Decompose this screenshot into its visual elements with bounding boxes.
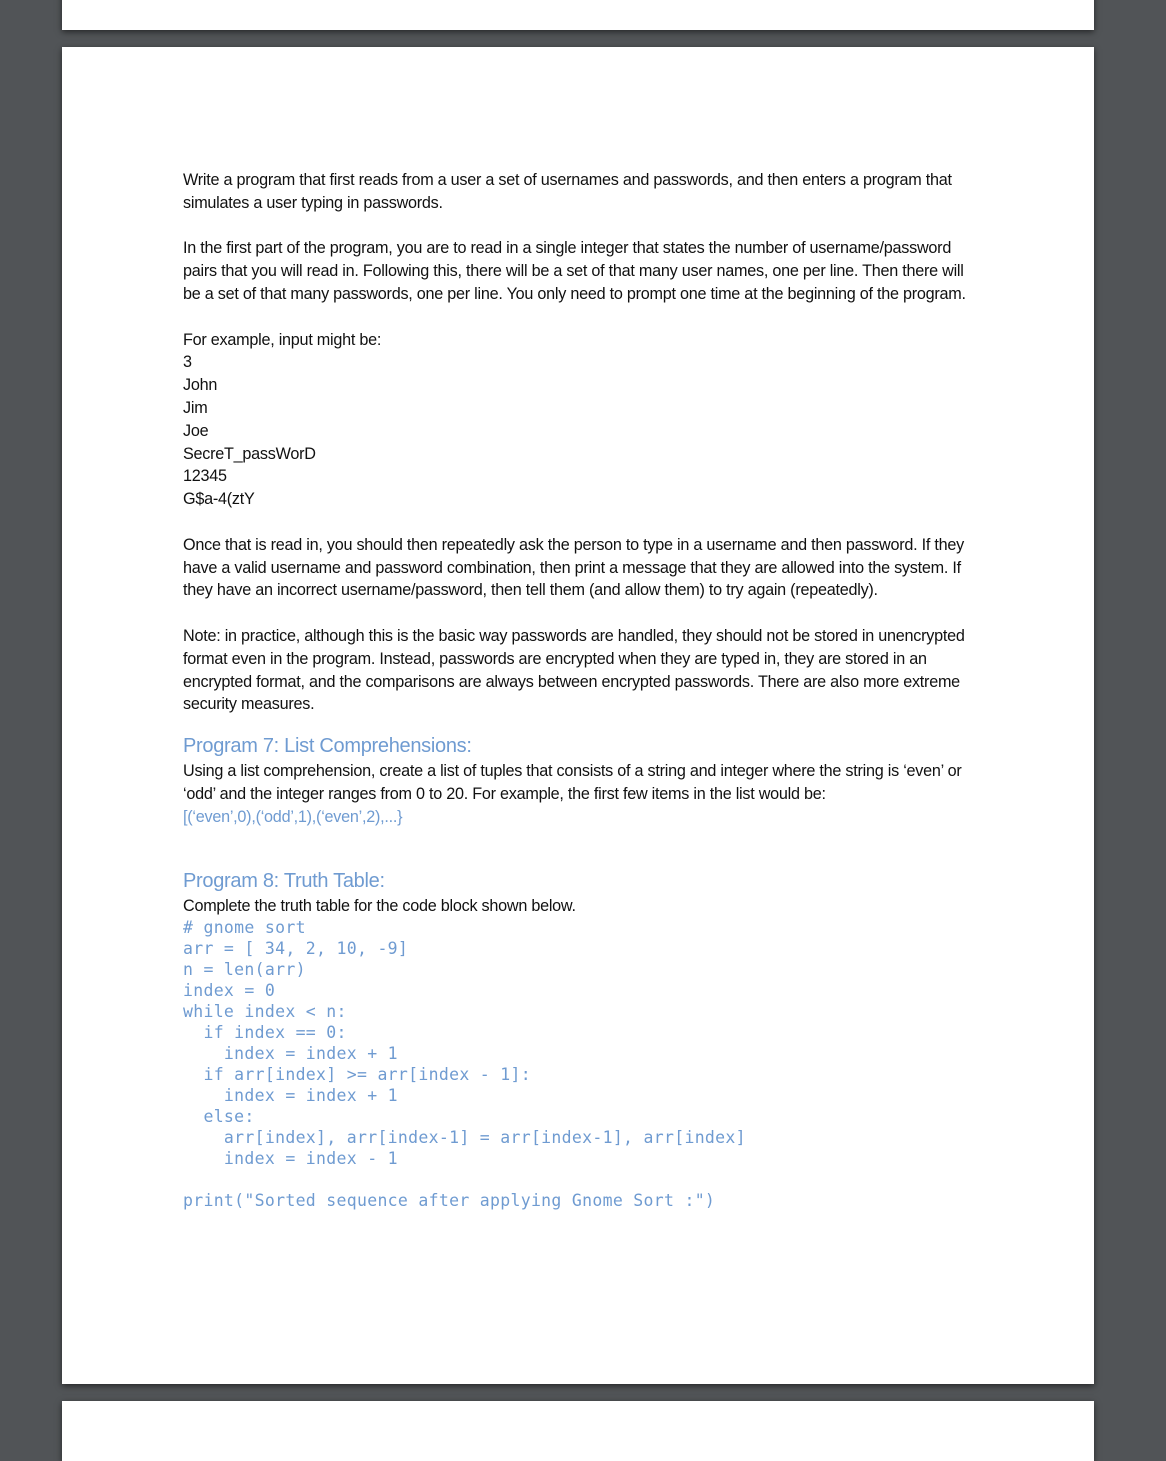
document-page: Write a program that first reads from a … [62, 47, 1094, 1384]
code-line: if arr[index] >= arr[index - 1]: [183, 1065, 531, 1085]
example-label: For example, input might be: [183, 330, 382, 349]
intro-paragraph-2: In the first part of the program, you ar… [183, 239, 966, 303]
intro-paragraph-1: Write a program that first reads from a … [183, 171, 952, 212]
code-line: index = index + 1 [183, 1086, 398, 1106]
instructions-paragraph: Once that is read in, you should then re… [183, 535, 964, 600]
code-line: else: [183, 1107, 255, 1127]
example-line: Jim [183, 398, 208, 417]
program7-heading: Program 7: List Comprehensions: [183, 735, 472, 758]
code-line: if index == 0: [183, 1023, 347, 1043]
previous-page [62, 0, 1094, 30]
code-line: index = index + 1 [183, 1044, 398, 1064]
code-line: arr = [ 34, 2, 10, -9] [183, 939, 409, 959]
example-line: Joe [183, 421, 209, 440]
code-line: print("Sorted sequence after applying Gn… [183, 1191, 716, 1211]
code-line: index = 0 [183, 981, 276, 1001]
code-line: index = index - 1 [183, 1149, 398, 1169]
code-block: # gnome sort arr = [ 34, 2, 10, -9] n = le… [183, 917, 983, 1211]
note-paragraph: Note: in practice, although this is the … [183, 626, 965, 714]
program8-heading: Program 8: Truth Table: [183, 869, 385, 892]
next-page [62, 1401, 1094, 1461]
code-line: # gnome sort [183, 918, 306, 938]
page-content: Write a program that first reads from a … [183, 169, 983, 1211]
example-line: G$a-4(ztY [183, 490, 255, 509]
code-line: arr[index], arr[index-1] = arr[index-1],… [183, 1128, 746, 1148]
example-input: 3 John Jim Joe SecreT_passWorD 12345 G$a… [183, 351, 983, 511]
code-line: while index < n: [183, 1002, 347, 1022]
example-line: John [183, 376, 218, 395]
program7-body: Using a list comprehension, create a lis… [183, 762, 962, 803]
example-line: 3 [183, 353, 192, 372]
program7-example: [(‘even’,0),(‘odd’,1),(‘even’,2),...} [183, 807, 403, 826]
program8-body: Complete the truth table for the code bl… [183, 896, 576, 915]
example-line: 12345 [183, 467, 227, 486]
code-line: n = len(arr) [183, 960, 306, 980]
example-line: SecreT_passWorD [183, 444, 316, 463]
